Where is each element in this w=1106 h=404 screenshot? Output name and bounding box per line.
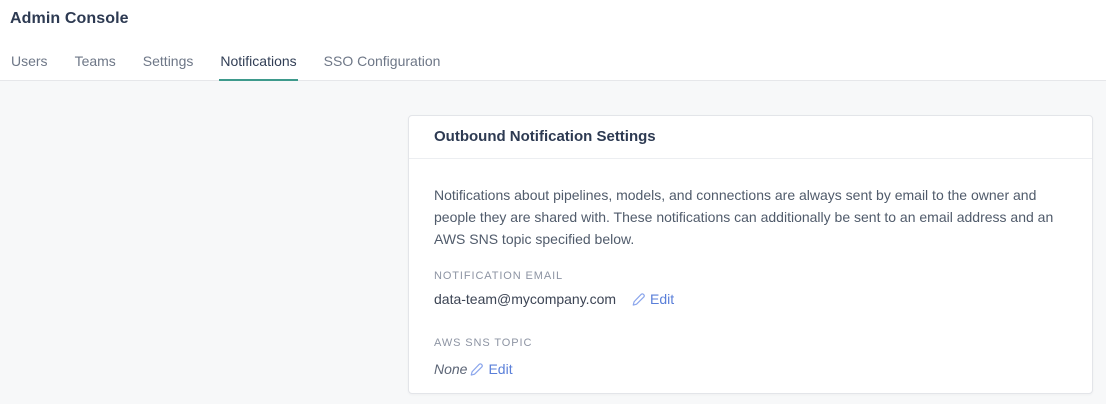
- tab-users[interactable]: Users: [10, 47, 49, 81]
- tab-teams[interactable]: Teams: [74, 47, 117, 81]
- pencil-icon: [469, 362, 484, 377]
- notification-email-row: data-team@mycompany.com Edit: [434, 291, 1067, 308]
- outbound-notification-settings-card: Outbound Notification Settings Notificat…: [408, 115, 1093, 394]
- card-description: Notifications about pipelines, models, a…: [434, 184, 1067, 250]
- edit-label: Edit: [488, 361, 512, 378]
- content-area: Outbound Notification Settings Notificat…: [0, 81, 1106, 404]
- edit-notification-email-button[interactable]: Edit: [631, 291, 674, 308]
- card-body: Notifications about pipelines, models, a…: [409, 159, 1092, 393]
- notification-email-field: NOTIFICATION EMAIL data-team@mycompany.c…: [434, 270, 1067, 308]
- notification-email-value: data-team@mycompany.com: [434, 291, 616, 308]
- page-header: Admin Console Users Teams Settings Notif…: [0, 0, 1106, 81]
- notification-email-label: NOTIFICATION EMAIL: [434, 270, 1067, 282]
- aws-sns-topic-row: None Edit: [434, 361, 1067, 378]
- aws-sns-topic-field: AWS SNS TOPIC None Edit: [434, 335, 1067, 378]
- tab-notifications[interactable]: Notifications: [219, 47, 297, 81]
- aws-sns-topic-value: None: [434, 361, 467, 378]
- pencil-icon: [631, 292, 646, 307]
- tab-settings[interactable]: Settings: [142, 47, 195, 81]
- edit-aws-sns-topic-button[interactable]: Edit: [469, 361, 512, 378]
- aws-sns-topic-label: AWS SNS TOPIC: [434, 335, 532, 352]
- tabs-bar: Users Teams Settings Notifications SSO C…: [10, 47, 441, 81]
- edit-label: Edit: [650, 291, 674, 308]
- page-title: Admin Console: [10, 10, 129, 28]
- card-header: Outbound Notification Settings: [409, 116, 1092, 159]
- card-title: Outbound Notification Settings: [434, 128, 1067, 146]
- tab-sso-configuration[interactable]: SSO Configuration: [323, 47, 442, 81]
